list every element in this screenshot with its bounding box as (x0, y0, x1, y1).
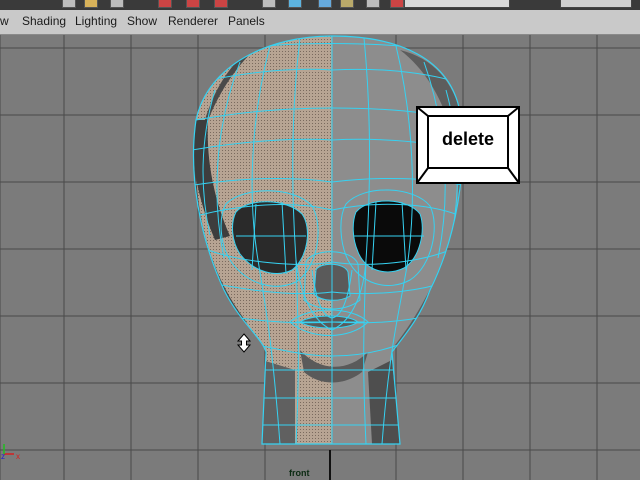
axis-x-label: x (16, 452, 20, 461)
viewport-scene[interactable] (0, 35, 640, 480)
menu-show[interactable]: Show (127, 14, 157, 28)
toolbar-button[interactable] (390, 0, 404, 8)
camera-label: front (289, 468, 310, 478)
toolbar-button[interactable] (158, 0, 172, 8)
toolbar-button[interactable] (288, 0, 302, 8)
move-cursor-icon (236, 333, 252, 353)
menu-lighting[interactable]: Lighting (75, 14, 117, 28)
toolbar-input-field[interactable] (560, 0, 632, 8)
menu-renderer[interactable]: Renderer (168, 14, 218, 28)
axis-gizmo (3, 444, 14, 455)
menu-shading[interactable]: Shading (22, 14, 66, 28)
front-viewport[interactable] (0, 35, 640, 480)
toolbar-button[interactable] (84, 0, 98, 8)
head-mesh[interactable] (180, 35, 472, 450)
axis-z-label: z (1, 452, 5, 461)
toolbar-button[interactable] (110, 0, 124, 8)
panel-menu-bar: w Shading Lighting Show Renderer Panels (0, 10, 640, 35)
toolbar-button[interactable] (318, 0, 332, 8)
toolbar-strip (0, 0, 640, 10)
toolbar-button[interactable] (262, 0, 276, 8)
key-label: delete (441, 129, 495, 149)
toolbar-button[interactable] (62, 0, 76, 8)
menu-panels[interactable]: Panels (228, 14, 265, 28)
toolbar-button[interactable] (214, 0, 228, 8)
toolbar-button[interactable] (340, 0, 354, 8)
delete-key-overlay: delete (416, 106, 520, 184)
toolbar-button[interactable] (366, 0, 380, 8)
toolbar-input-field[interactable] (404, 0, 510, 8)
toolbar-button[interactable] (186, 0, 200, 8)
menu-view[interactable]: w (0, 14, 9, 28)
